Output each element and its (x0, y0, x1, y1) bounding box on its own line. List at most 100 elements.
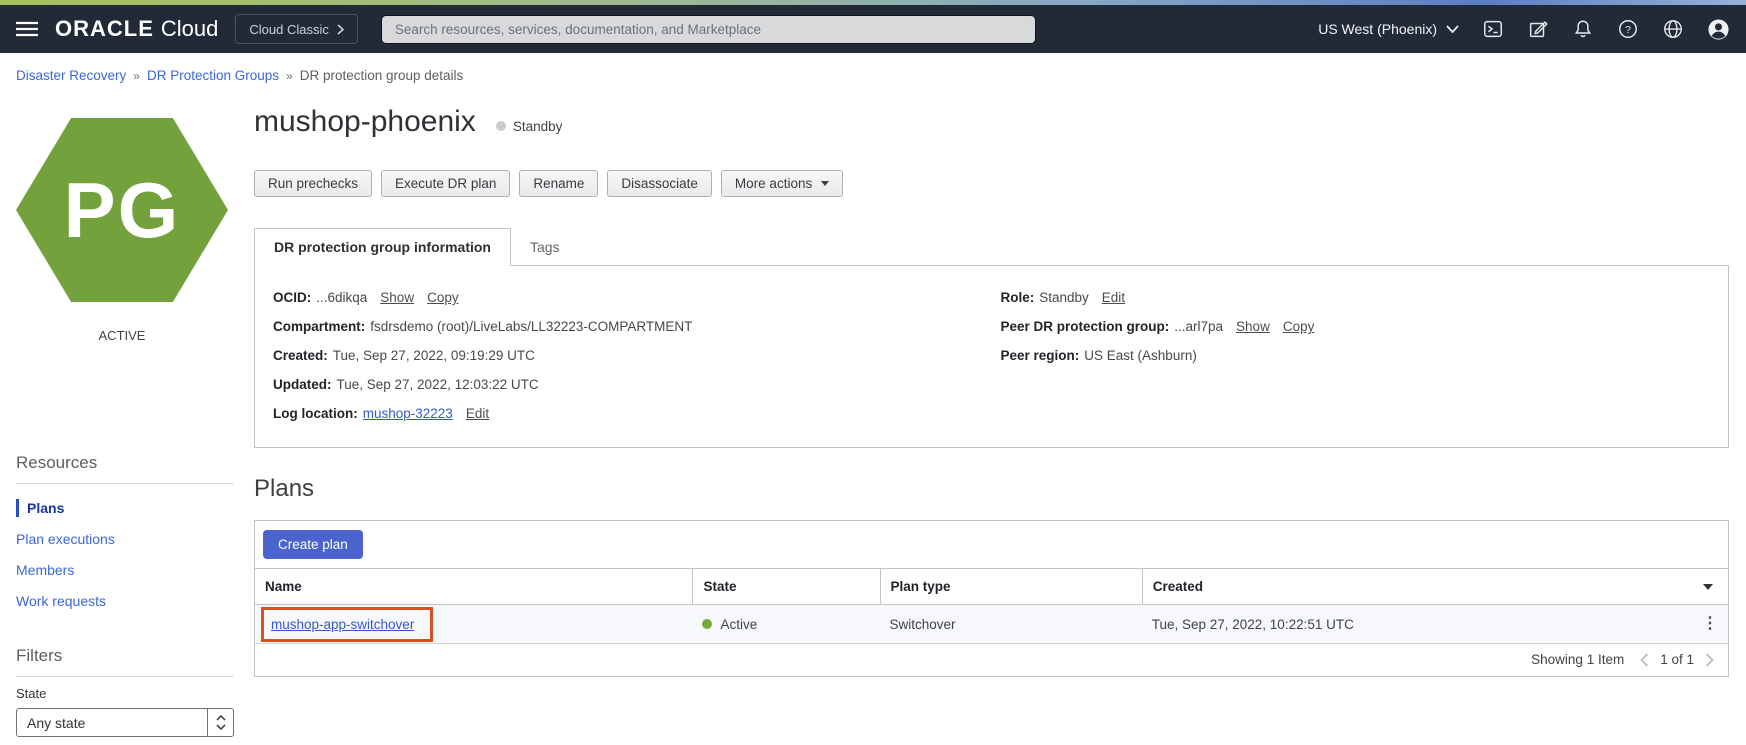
sidebar-item-plans[interactable]: Plans (16, 499, 234, 517)
breadcrumb-disaster-recovery[interactable]: Disaster Recovery (16, 68, 126, 83)
updated-value: Tue, Sep 27, 2022, 12:03:22 UTC (336, 377, 539, 392)
notifications-bell-icon[interactable] (1572, 18, 1594, 40)
state-filter-label: State (16, 686, 47, 701)
showing-items-text: Showing 1 Item (1531, 652, 1625, 667)
plans-section-heading: Plans (254, 475, 315, 502)
field-created: Created: Tue, Sep 27, 2022, 09:19:29 UTC (273, 348, 1001, 363)
breadcrumb-dr-protection-groups[interactable]: DR Protection Groups (147, 68, 279, 83)
plan-type-cell: Switchover (889, 616, 956, 632)
field-compartment: Compartment: fsdrsdemo (root)/LiveLabs/LL… (273, 319, 1001, 334)
field-ocid: OCID: ...6dikqa Show Copy (273, 290, 1001, 305)
ocid-copy-link[interactable]: Copy (427, 290, 459, 305)
next-page-icon[interactable] (1705, 652, 1714, 667)
state-filter-select[interactable]: Any state (16, 708, 234, 737)
column-header-plan-type[interactable]: Plan type (879, 569, 1142, 604)
peer-group-show-link[interactable]: Show (1236, 319, 1270, 334)
pg-badge-label: PG (63, 165, 181, 254)
topbar: ORACLE Cloud Cloud Classic US West (Phoe… (0, 5, 1746, 53)
announcements-icon[interactable] (1527, 18, 1549, 40)
table-footer: Showing 1 Item 1 of 1 (255, 643, 1728, 676)
column-header-name[interactable]: Name (255, 569, 692, 604)
svg-text:?: ? (1625, 24, 1631, 36)
dr-protection-group-information-panel: OCID: ...6dikqa Show Copy Compartment: fsdrs… (254, 265, 1729, 448)
ocid-show-link[interactable]: Show (380, 290, 414, 305)
action-buttons: Run prechecks Execute DR plan Rename Dis… (254, 170, 1729, 197)
row-kebab-menu-icon[interactable]: ⋮ (1702, 616, 1718, 632)
language-globe-icon[interactable] (1662, 18, 1684, 40)
search-input[interactable] (380, 14, 1036, 44)
role-edit-link[interactable]: Edit (1102, 290, 1125, 305)
oracle-cloud-logo[interactable]: ORACLE Cloud (55, 16, 218, 42)
peer-group-copy-link[interactable]: Copy (1283, 319, 1315, 334)
plan-name-link[interactable]: mushop-app-switchover (271, 617, 414, 632)
sidebar-item-members[interactable]: Members (16, 561, 234, 579)
page-title: mushop-phoenix (254, 105, 476, 138)
active-status-dot-icon (702, 619, 713, 629)
breadcrumb-separator: » (133, 68, 140, 83)
plan-state-cell: Active (692, 617, 879, 632)
plan-state-text: Active (720, 616, 758, 632)
help-icon[interactable]: ? (1617, 18, 1639, 40)
table-row: mushop-app-switchover Active Switchover … (255, 605, 1728, 643)
cloud-classic-label: Cloud Classic (249, 21, 329, 37)
caret-down-icon (821, 181, 830, 186)
run-prechecks-button[interactable]: Run prechecks (254, 170, 373, 197)
disassociate-button[interactable]: Disassociate (607, 170, 712, 197)
peer-group-value: ...arl7pa (1174, 319, 1224, 334)
tab-dr-protection-group-information[interactable]: DR protection group information (254, 228, 511, 266)
create-plan-button[interactable]: Create plan (263, 530, 363, 559)
field-peer-region: Peer region: US East (Ashburn) (1001, 348, 1729, 363)
sort-descending-icon[interactable] (1703, 583, 1713, 590)
cloud-shell-icon[interactable] (1482, 18, 1504, 40)
breadcrumb: Disaster Recovery » DR Protection Groups… (0, 53, 1746, 92)
divider (16, 483, 234, 484)
sidebar-item-plans-label[interactable]: Plans (27, 500, 64, 516)
divider (16, 676, 234, 677)
created-value: Tue, Sep 27, 2022, 09:19:29 UTC (332, 348, 535, 363)
ocid-label: OCID: (273, 290, 312, 305)
execute-dr-plan-button[interactable]: Execute DR plan (381, 170, 511, 197)
sidebar-item-work-requests[interactable]: Work requests (16, 592, 234, 610)
log-location-edit-link[interactable]: Edit (466, 406, 489, 421)
role-value: Standby (1039, 290, 1089, 305)
region-selector[interactable]: US West (Phoenix) (1318, 21, 1459, 37)
role-label: Role: (1000, 290, 1035, 305)
sidebar: PG ACTIVE Resources Plans Plan execution… (0, 92, 254, 737)
main-content: mushop-phoenix Standby Run prechecks Exe… (254, 92, 1746, 677)
sidebar-item-members-label[interactable]: Members (16, 562, 74, 578)
column-header-state[interactable]: State (692, 569, 879, 604)
tab-tags[interactable]: Tags (511, 229, 579, 265)
log-location-label: Log location: (273, 406, 358, 421)
logo-cloud: Cloud (160, 16, 219, 41)
field-log-location: Log location: mushop-32223 Edit (273, 406, 1001, 421)
peer-group-label: Peer DR protection group: (1000, 319, 1170, 334)
pagination: 1 of 1 (1640, 652, 1714, 667)
plan-created-text: Tue, Sep 27, 2022, 10:22:51 UTC (1151, 616, 1354, 632)
sidebar-item-work-requests-label[interactable]: Work requests (16, 593, 106, 609)
log-location-link[interactable]: mushop-32223 (363, 406, 453, 421)
oci-console-page: ORACLE Cloud Cloud Classic US West (Phoe… (0, 0, 1746, 745)
profile-avatar-icon[interactable] (1707, 18, 1730, 41)
more-actions-button[interactable]: More actions (720, 170, 844, 197)
field-peer-dr-protection-group: Peer DR protection group: ...arl7pa Show Co… (1001, 319, 1729, 334)
ocid-value: ...6dikqa (316, 290, 368, 305)
chevron-down-icon (1446, 25, 1459, 33)
updated-label: Updated: (273, 377, 332, 392)
state-filter-value: Any state (27, 714, 86, 731)
peer-region-value: US East (Ashburn) (1084, 348, 1197, 363)
sidebar-item-plan-executions-label[interactable]: Plan executions (16, 531, 115, 547)
more-actions-label: More actions (734, 176, 813, 191)
hamburger-menu-icon[interactable] (16, 21, 38, 37)
rename-button[interactable]: Rename (519, 170, 599, 197)
resources-nav: Plans Plan executions Members Work reque… (16, 499, 234, 610)
sidebar-item-plan-executions[interactable]: Plan executions (16, 530, 234, 548)
created-column-label: Created (1152, 579, 1203, 594)
cloud-classic-button[interactable]: Cloud Classic (235, 14, 358, 44)
created-label: Created: (273, 348, 328, 363)
annotation-highlight-box: mushop-app-switchover (261, 606, 434, 642)
compartment-value: fsdrsdemo (root)/LiveLabs/LL32223-COMPAR… (370, 319, 693, 334)
column-header-created[interactable]: Created (1141, 569, 1728, 604)
previous-page-icon[interactable] (1640, 652, 1649, 667)
resources-heading: Resources (16, 453, 98, 472)
region-label: US West (Phoenix) (1318, 21, 1437, 37)
